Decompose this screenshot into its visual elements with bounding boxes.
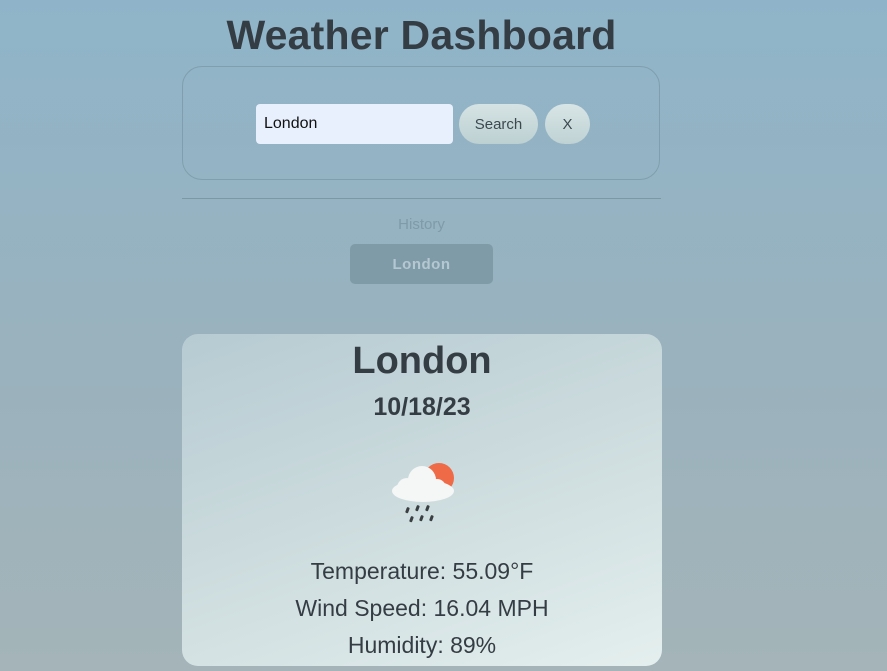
page-title: Weather Dashboard (226, 12, 617, 58)
clear-button[interactable]: X (545, 104, 590, 144)
divider (182, 198, 661, 199)
wind-speed-value: Wind Speed: 16.04 MPH (295, 595, 549, 621)
forecast-date: 10/18/23 (373, 393, 471, 421)
history-label: History (398, 216, 445, 233)
temperature-value: Temperature: 55.09°F (310, 558, 534, 584)
search-input[interactable] (256, 104, 453, 144)
history-item-london[interactable]: London (350, 244, 493, 284)
search-button[interactable]: Search (459, 104, 538, 144)
city-name: London (352, 340, 492, 382)
rain-cloud-sun-icon (392, 463, 454, 523)
humidity-value: Humidity: 89% (347, 632, 497, 658)
weather-card: London 10/18/23 Temperature: 55.09°F Win… (182, 334, 662, 666)
